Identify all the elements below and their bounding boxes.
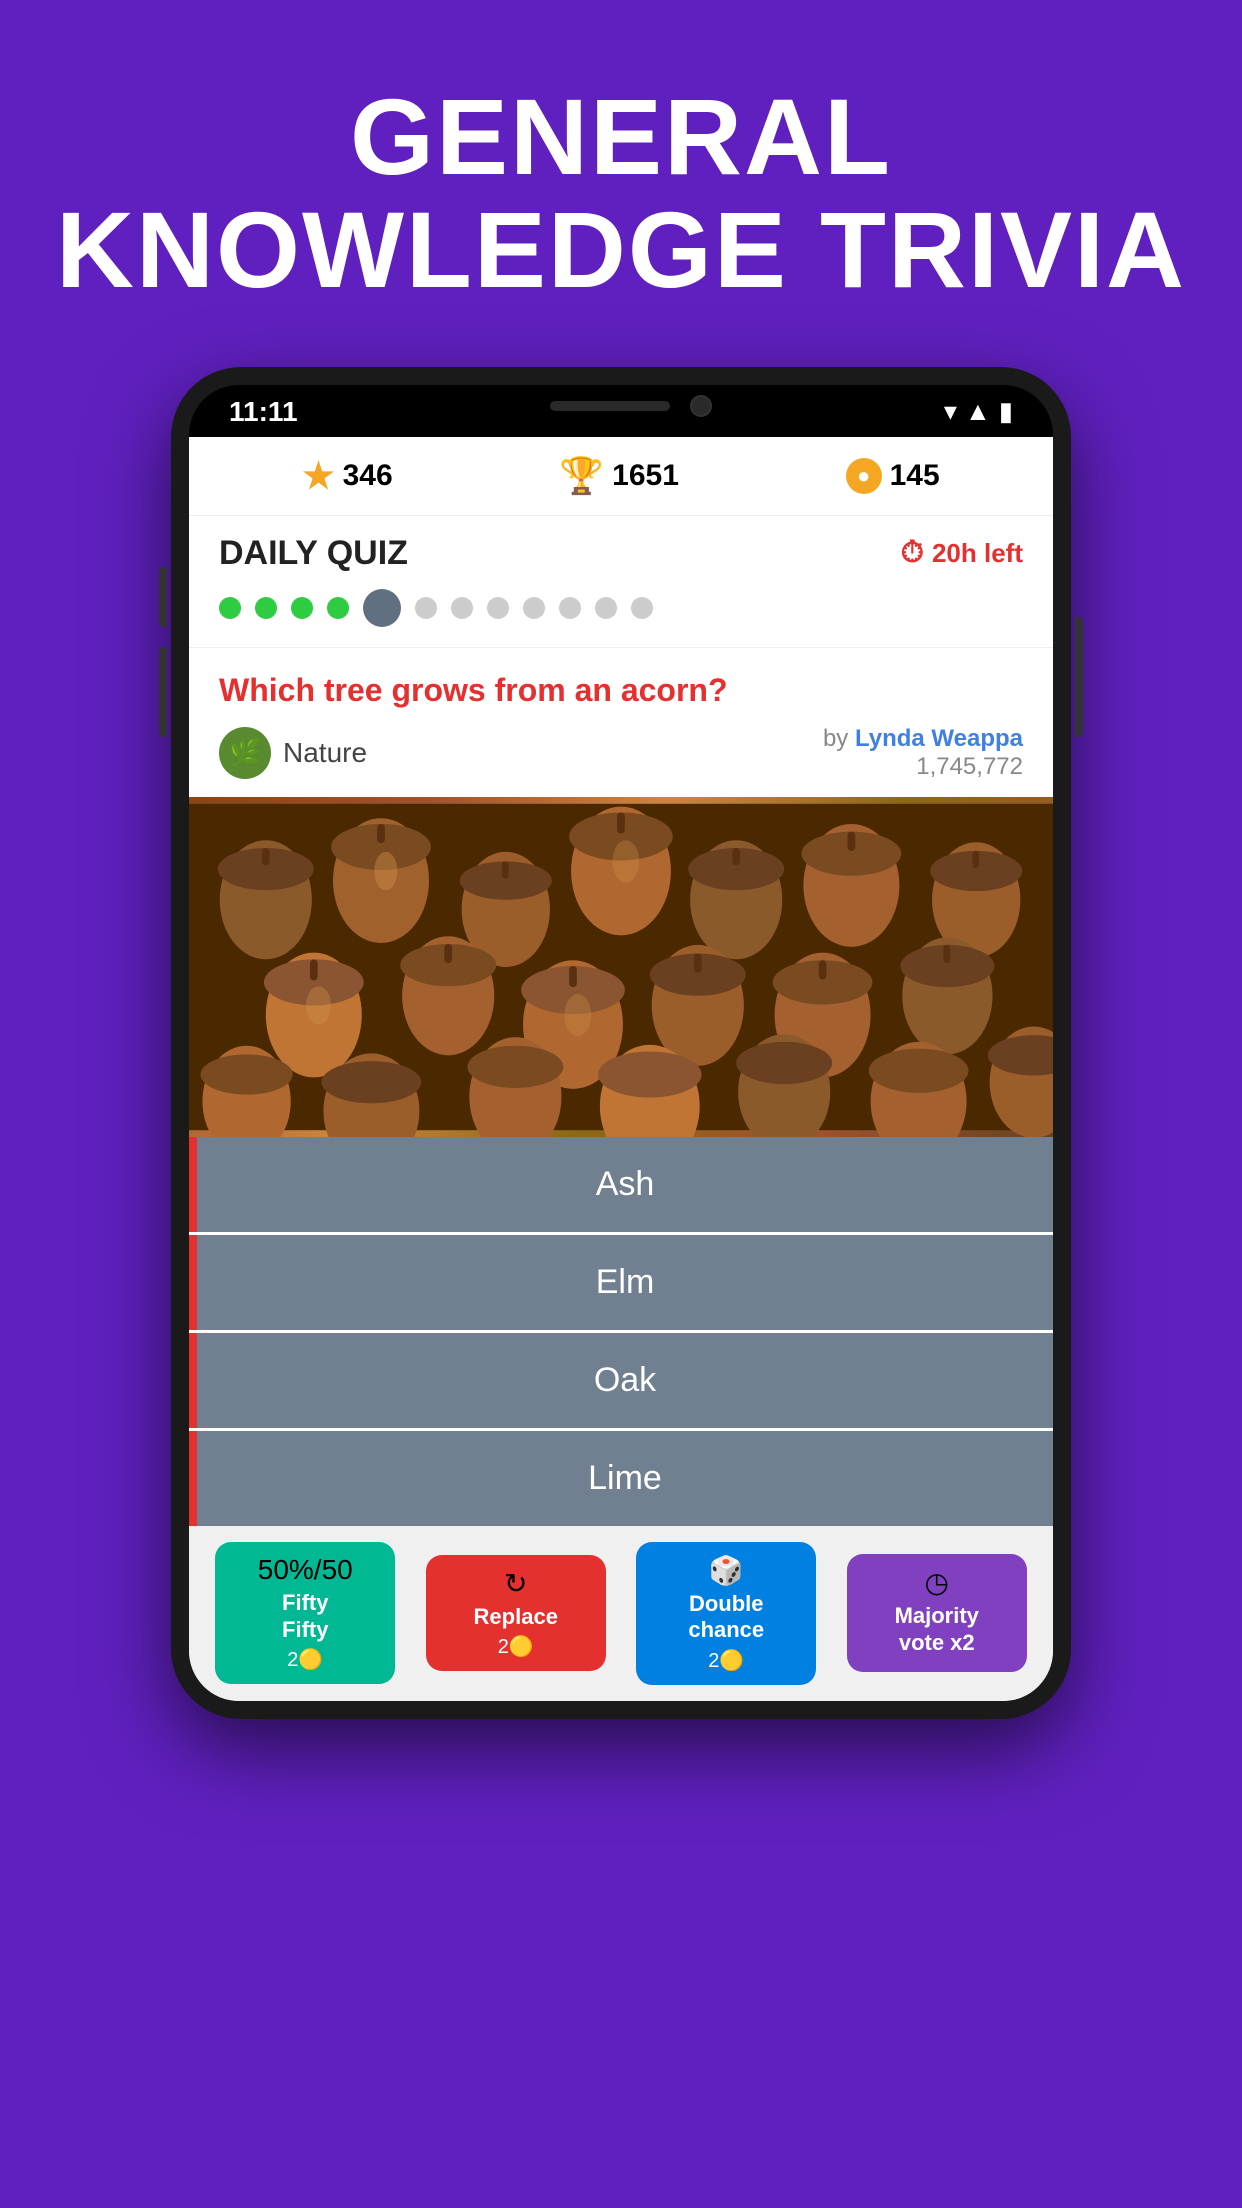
phone-frame: 11:11 ▾ ▲ ▮ ★ 346 🏆 1651 bbox=[171, 367, 1071, 1719]
dot-1 bbox=[219, 597, 241, 619]
category-left: 🌿 Nature bbox=[219, 727, 367, 779]
stats-bar: ★ 346 🏆 1651 ● 145 bbox=[189, 437, 1053, 516]
double-label: Doublechance bbox=[688, 1591, 764, 1644]
majority-icon: ◷ bbox=[925, 1566, 949, 1599]
status-bar: 11:11 ▾ ▲ ▮ bbox=[189, 385, 1053, 437]
star-icon: ★ bbox=[302, 455, 334, 497]
coins-count: 145 bbox=[890, 459, 940, 493]
dot-4 bbox=[327, 597, 349, 619]
side-button-right bbox=[1075, 617, 1083, 737]
wifi-icon: ▾ bbox=[944, 396, 957, 427]
category-row: 🌿 Nature by Lynda Weappa 1,745,772 bbox=[219, 725, 1023, 781]
speaker-bar bbox=[550, 401, 670, 411]
question-image bbox=[189, 797, 1053, 1137]
question-text: Which tree grows from an acorn? bbox=[219, 672, 1023, 709]
app-title: GENERAL KNOWLEDGE TRIVIA bbox=[56, 80, 1186, 307]
author-name: Lynda Weappa bbox=[855, 725, 1023, 752]
side-button-left bbox=[159, 567, 167, 627]
coins-stat: ● 145 bbox=[846, 458, 940, 494]
double-cost: 2🟡 bbox=[708, 1648, 744, 1673]
lifeline-replace[interactable]: ↻ Replace 2🟡 bbox=[426, 1555, 606, 1671]
quiz-header: DAILY QUIZ ⏱ 20h left bbox=[189, 516, 1053, 647]
fifty-label: FiftyFifty bbox=[282, 1590, 328, 1643]
dot-8 bbox=[487, 597, 509, 619]
question-area: Which tree grows from an acorn? 🌿 Nature… bbox=[189, 647, 1053, 797]
signal-icon: ▲ bbox=[965, 396, 991, 427]
dot-6 bbox=[415, 597, 437, 619]
battery-icon: ▮ bbox=[999, 396, 1013, 427]
title-line1: GENERAL bbox=[350, 76, 892, 197]
lifeline-double-chance[interactable]: 🎲 Doublechance 2🟡 bbox=[636, 1542, 816, 1685]
dot-12 bbox=[631, 597, 653, 619]
category-icon: 🌿 bbox=[229, 737, 261, 768]
lifeline-fifty-fifty[interactable]: 50%/50 FiftyFifty 2🟡 bbox=[215, 1542, 395, 1684]
daily-quiz-label: DAILY QUIZ bbox=[219, 534, 408, 573]
title-line2: KNOWLEDGE TRIVIA bbox=[56, 189, 1186, 310]
category-name: Nature bbox=[283, 737, 367, 769]
replace-icon: ↻ bbox=[504, 1567, 527, 1600]
dot-10 bbox=[559, 597, 581, 619]
lifeline-bar: 50%/50 FiftyFifty 2🟡 ↻ Replace 2🟡 🎲 Doub… bbox=[189, 1526, 1053, 1701]
answer-elm[interactable]: Elm bbox=[189, 1235, 1053, 1330]
camera-dot bbox=[690, 395, 712, 417]
status-icons: ▾ ▲ ▮ bbox=[944, 396, 1013, 427]
dot-9 bbox=[523, 597, 545, 619]
author-info: by Lynda Weappa 1,745,772 bbox=[823, 725, 1023, 781]
author-by: by bbox=[823, 725, 855, 752]
answer-lime-text: Lime bbox=[227, 1459, 1023, 1498]
answer-lime[interactable]: Lime bbox=[189, 1431, 1053, 1526]
answer-ash[interactable]: Ash bbox=[189, 1137, 1053, 1232]
answer-ash-text: Ash bbox=[227, 1165, 1023, 1204]
fifty-icon: 50%/50 bbox=[258, 1554, 353, 1586]
dot-current bbox=[363, 589, 401, 627]
lifeline-majority-vote[interactable]: ◷ Majorityvote x2 bbox=[847, 1554, 1027, 1672]
dot-3 bbox=[291, 597, 313, 619]
author-count: 1,745,772 bbox=[823, 753, 1023, 781]
status-time: 11:11 bbox=[229, 396, 298, 428]
stars-stat: ★ 346 bbox=[302, 455, 392, 497]
majority-label: Majorityvote x2 bbox=[895, 1603, 979, 1656]
timer-icon: ⏱ bbox=[901, 536, 924, 570]
progress-dots bbox=[219, 589, 1023, 633]
trophy-stat: 🏆 1651 bbox=[559, 455, 679, 497]
dot-2 bbox=[255, 597, 277, 619]
answer-oak-text: Oak bbox=[227, 1361, 1023, 1400]
time-left: ⏱ 20h left bbox=[901, 536, 1023, 570]
answer-elm-text: Elm bbox=[227, 1263, 1023, 1302]
replace-cost: 2🟡 bbox=[498, 1634, 534, 1659]
time-left-text: 20h left bbox=[932, 538, 1023, 569]
answers-area: Ash Elm Oak Lime bbox=[189, 1137, 1053, 1526]
trophy-count: 1651 bbox=[612, 459, 679, 493]
dot-7 bbox=[451, 597, 473, 619]
side-button-left2 bbox=[159, 647, 167, 737]
stars-count: 346 bbox=[343, 459, 393, 493]
phone-screen: ★ 346 🏆 1651 ● 145 DAILY QUIZ ⏱ bbox=[189, 437, 1053, 1701]
dot-11 bbox=[595, 597, 617, 619]
answer-oak[interactable]: Oak bbox=[189, 1333, 1053, 1428]
category-badge: 🌿 bbox=[219, 727, 271, 779]
double-icon: 🎲 bbox=[709, 1554, 744, 1587]
trophy-icon: 🏆 bbox=[559, 455, 604, 497]
replace-label: Replace bbox=[474, 1604, 558, 1630]
coin-icon: ● bbox=[846, 458, 882, 494]
fifty-cost: 2🟡 bbox=[287, 1647, 323, 1672]
